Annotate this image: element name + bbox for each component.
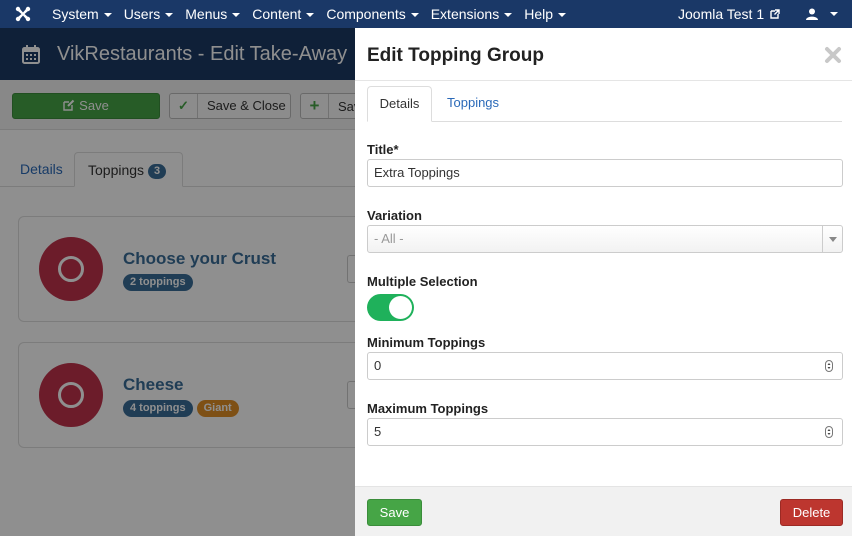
site-preview-link[interactable]: Joomla Test 1 [678,0,780,28]
multiple-selection-field: Multiple Selection [367,274,843,321]
caret-down-icon [410,13,419,18]
variation-select-value: - All - [374,231,404,246]
minimum-toppings-field: Minimum Toppings 0 [367,335,843,380]
close-icon[interactable] [824,46,842,64]
menu-components[interactable]: Components [320,0,424,28]
user-icon [806,8,818,20]
title-input[interactable]: Extra Toppings [367,159,843,187]
menu-system[interactable]: System [46,0,118,28]
maximum-toppings-input[interactable]: 5 [367,418,843,446]
menu-content[interactable]: Content [246,0,320,28]
modal-save-button[interactable]: Save [367,499,422,526]
joomla-logo-icon[interactable] [0,0,46,28]
modal-footer: Save Delete [355,486,852,536]
user-menu[interactable] [806,0,838,28]
menu-extensions[interactable]: Extensions [425,0,518,28]
caret-down-icon [830,12,838,16]
minimum-toppings-value: 0 [374,358,382,373]
modal-delete-button[interactable]: Delete [780,499,843,526]
maximum-toppings-field: Maximum Toppings 5 [367,401,843,446]
admin-navbar: System Users Menus Content Components Ex… [0,0,852,28]
menu-menus-label: Menus [185,6,228,22]
caret-down-icon [504,13,513,18]
caret-down-icon [103,13,112,18]
menu-help[interactable]: Help [518,0,572,28]
number-spinner-icon[interactable] [825,360,833,372]
menu-users[interactable]: Users [118,0,180,28]
dropdown-arrow-icon [822,226,842,252]
edit-topping-group-modal: Edit Topping Group Details Toppings Titl… [355,28,852,536]
caret-down-icon [165,13,174,18]
caret-down-icon [558,13,566,18]
menu-components-label: Components [326,6,406,22]
menu-users-label: Users [123,6,161,22]
multiple-selection-toggle[interactable] [367,294,414,321]
menu-menus[interactable]: Menus [179,0,246,28]
title-input-value: Extra Toppings [374,165,460,180]
menu-help-label: Help [524,6,553,22]
multiple-selection-label: Multiple Selection [367,274,478,289]
modal-save-label: Save [379,505,410,520]
modal-title: Edit Topping Group [367,45,544,66]
modal-delete-label: Delete [792,505,831,520]
variation-label: Variation [367,208,422,223]
variation-select[interactable]: - All - [367,225,843,253]
modal-tab-details[interactable]: Details [367,86,432,122]
modal-tab-toppings[interactable]: Toppings [447,86,499,122]
minimum-toppings-input[interactable]: 0 [367,352,843,380]
caret-down-icon [306,13,315,18]
caret-down-icon [232,13,241,18]
modal-tab-details-label: Details [379,96,420,111]
title-field: Title* Extra Toppings [367,142,843,187]
toggle-knob [389,296,412,319]
maximum-toppings-label: Maximum Toppings [367,401,489,416]
modal-header: Edit Topping Group [355,28,852,81]
menu-content-label: Content [252,6,302,22]
number-spinner-icon[interactable] [825,426,833,438]
admin-menu: System Users Menus Content Components Ex… [46,0,572,28]
title-label: Title* [367,142,399,157]
maximum-toppings-value: 5 [374,424,382,439]
minimum-toppings-label: Minimum Toppings [367,335,486,350]
variation-field: Variation - All - [367,208,843,253]
external-link-icon [770,9,780,19]
menu-extensions-label: Extensions [430,6,500,22]
modal-tab-toppings-label: Toppings [447,95,500,110]
modal-tabs: Details Toppings [367,86,842,122]
site-name: Joomla Test 1 [678,6,765,22]
menu-system-label: System [52,6,99,22]
